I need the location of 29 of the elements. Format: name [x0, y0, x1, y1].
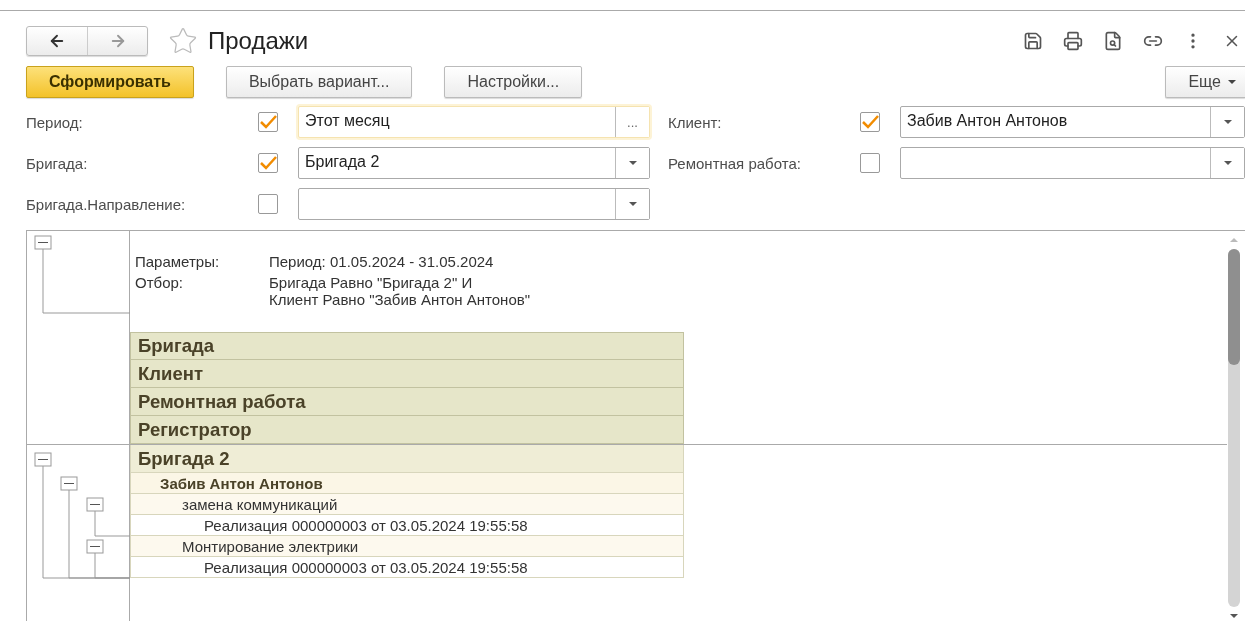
filter-label: Ремонтная работа: [668, 154, 802, 172]
header-row: Клиент [130, 360, 684, 388]
period-field[interactable]: Этот месяц ... [298, 106, 650, 138]
parameter-value: Клиент Равно "Забив Антон Антонов" [269, 291, 530, 308]
window-title: Продажи [208, 27, 309, 55]
select-field[interactable]: Забив Антон Антонов [900, 106, 1245, 138]
header-row: Регистратор [130, 416, 684, 444]
report-row: Забив Антон Антонов [130, 473, 684, 494]
report-row: Монтирование электрики [130, 536, 684, 557]
header-row: Ремонтная работа [130, 388, 684, 416]
report-row: Реализация 000000003 от 03.05.2024 19:55:58 [130, 557, 684, 578]
parameter-value: Бригада Равно "Бригада 2" И [269, 274, 473, 291]
command-button[interactable]: Выбрать вариант... [225, 66, 413, 98]
report-row: Реализация 000000003 от 03.05.2024 19:55:58 [130, 515, 684, 536]
command-button[interactable]: Настройки... [444, 66, 583, 98]
parameter-label: Параметры: [135, 253, 221, 270]
parameter-label: Отбор: [135, 274, 184, 293]
select-field[interactable]: Бригада 2 [298, 147, 650, 179]
header-row: Бригада [130, 332, 684, 360]
filter-label: Бригада.Направление: [26, 195, 187, 213]
filter-label: Период: [26, 113, 84, 131]
generate-button[interactable]: Сформировать [26, 66, 194, 98]
choose-button[interactable]: ... [615, 107, 649, 137]
filter-label: Бригада: [26, 154, 89, 172]
more-button[interactable]: Еще [1165, 66, 1245, 98]
report-row: Бригада 2 [130, 445, 684, 473]
parameter-value: Период: 01.05.2024 - 31.05.2024 [269, 253, 494, 270]
report-row: замена коммуникаций [130, 494, 684, 515]
filter-label: Клиент: [668, 113, 723, 131]
